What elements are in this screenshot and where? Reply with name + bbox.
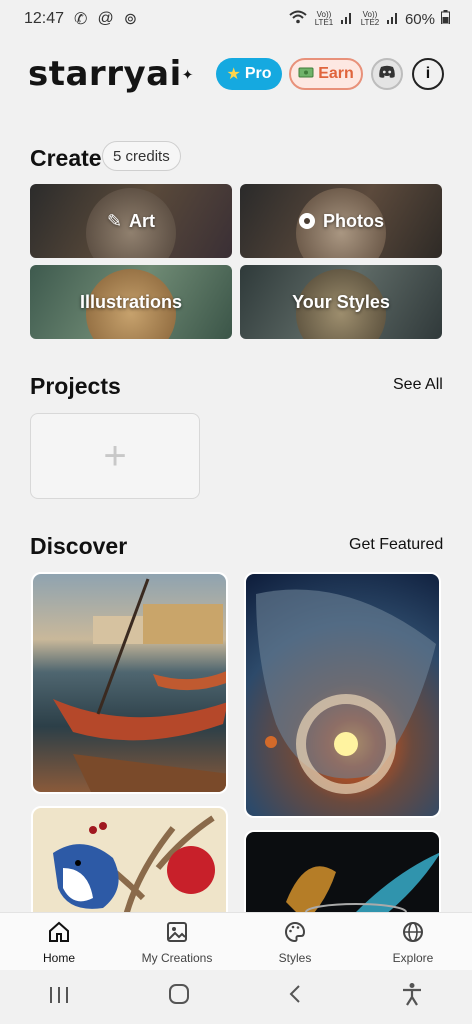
star-icon: ★	[226, 66, 241, 83]
tile-label: Illustrations	[79, 291, 182, 312]
nav-my-creations[interactable]: My Creations	[118, 913, 236, 971]
plus-icon: +	[103, 433, 127, 478]
create-title: Create	[30, 145, 102, 171]
pro-label: Pro	[244, 65, 272, 82]
earn-label: Earn	[318, 65, 354, 82]
discord-icon	[378, 65, 396, 84]
earn-button[interactable]: Earn	[289, 58, 363, 90]
bird-artwork	[53, 815, 215, 924]
battery-percent: 60%	[404, 10, 435, 28]
back-icon[interactable]	[288, 984, 302, 1010]
brush-icon: ✎	[106, 210, 123, 231]
battery-icon	[441, 10, 450, 28]
discord-button[interactable]	[371, 58, 403, 90]
sim2-label: Vo)) LTE2	[360, 10, 380, 27]
credits-badge: 5 credits	[102, 141, 181, 171]
aperture-icon	[298, 212, 316, 230]
sync-icon: ⊚	[123, 11, 138, 28]
sim1-label: Vo)) LTE1	[314, 10, 334, 27]
missed-call-icon: ✆	[74, 11, 88, 28]
discover-card-shark[interactable]	[244, 572, 441, 818]
create-tile-art[interactable]: ✎ Art	[30, 184, 232, 258]
nav-label: My Creations	[141, 950, 213, 965]
system-nav-bar	[0, 970, 472, 1024]
signal-icon	[340, 11, 353, 28]
discover-card-boats[interactable]	[31, 572, 228, 794]
tile-label: Photos	[323, 210, 384, 231]
see-all-link[interactable]: See All	[393, 376, 443, 394]
home-icon	[47, 920, 71, 947]
boats-artwork	[53, 578, 226, 792]
create-tile-your-styles[interactable]: Your Styles	[240, 265, 442, 339]
discover-card-bird[interactable]	[31, 806, 228, 926]
signal2-icon	[386, 11, 399, 28]
at-icon: @	[97, 10, 114, 27]
discover-title: Discover	[30, 533, 128, 559]
status-bar: 12:47 ✆ @ ⊚ Vo)) LTE1 Vo)) LTE2 60%	[0, 0, 472, 38]
nav-styles[interactable]: Styles	[236, 913, 354, 971]
get-featured-link[interactable]: Get Featured	[349, 536, 443, 554]
tile-label: Art	[129, 210, 156, 231]
home-system-icon[interactable]	[168, 983, 190, 1011]
image-icon	[165, 920, 189, 947]
money-icon	[298, 65, 314, 83]
nav-label: Home	[42, 950, 75, 965]
accessibility-icon[interactable]	[401, 982, 423, 1012]
info-button[interactable]: i	[412, 58, 444, 90]
nav-explore[interactable]: Explore	[354, 913, 472, 971]
add-project-button[interactable]: +	[30, 413, 200, 499]
recents-icon[interactable]	[49, 984, 69, 1010]
nav-home[interactable]: Home	[0, 913, 118, 971]
status-time: 12:47	[24, 10, 65, 27]
bottom-nav: Home My Creations Styles Explore	[0, 912, 472, 971]
app-logo: starryai✦	[28, 54, 194, 94]
nav-label: Styles	[278, 950, 312, 965]
pro-button[interactable]: ★ Pro	[216, 58, 282, 90]
palette-icon	[283, 920, 307, 947]
create-tile-illustrations[interactable]: Illustrations	[30, 265, 232, 339]
projects-title: Projects	[30, 373, 121, 399]
tile-label: Your Styles	[292, 291, 390, 312]
shark-artwork	[256, 589, 436, 794]
create-tile-photos[interactable]: Photos	[240, 184, 442, 258]
wifi-icon	[289, 10, 307, 28]
app-header: starryai✦ ★ Pro Earn i	[0, 38, 472, 116]
globe-icon	[401, 920, 425, 947]
nav-label: Explore	[392, 950, 434, 965]
info-icon: i	[425, 65, 431, 82]
